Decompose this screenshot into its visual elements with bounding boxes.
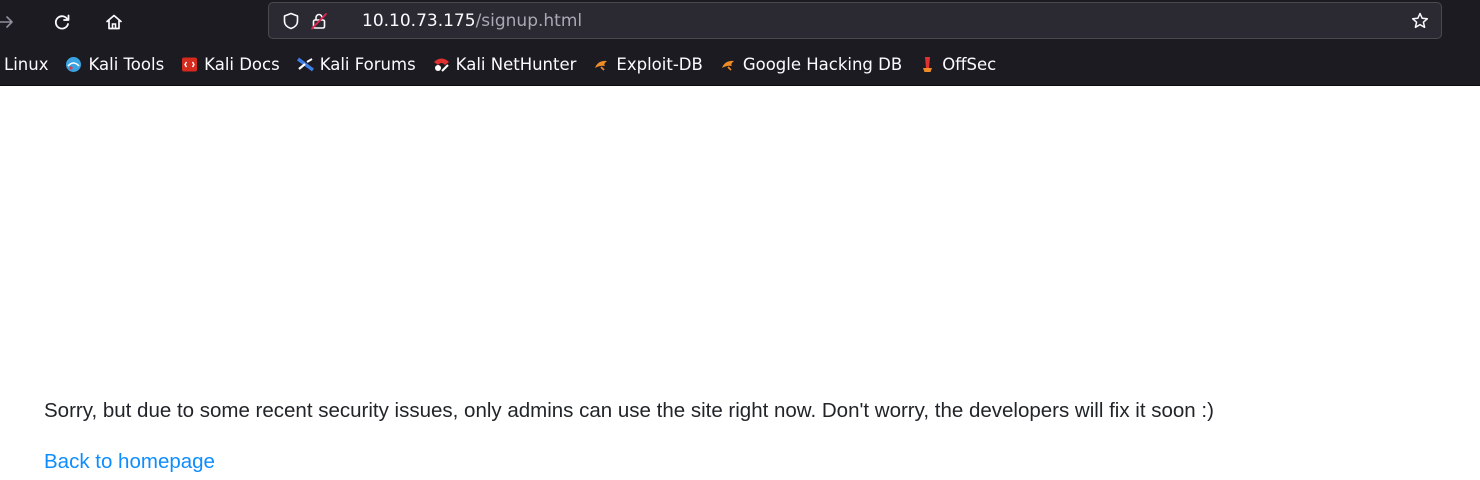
kali-tools-icon — [65, 56, 82, 73]
offsec-icon — [919, 56, 936, 73]
page-content: Sorry, but due to some recent security i… — [0, 86, 1480, 480]
bookmark-google-hacking-db[interactable]: Google Hacking DB — [720, 50, 902, 78]
bookmark-kali-forums[interactable]: Kali Forums — [296, 50, 416, 78]
bookmark-label: Kali Tools — [88, 54, 165, 74]
kali-docs-icon — [181, 56, 198, 73]
back-button[interactable] — [0, 8, 20, 36]
insecure-lock-icon[interactable] — [309, 11, 329, 31]
shield-icon[interactable] — [281, 11, 301, 31]
bookmark-exploit-db[interactable]: Exploit-DB — [593, 50, 703, 78]
bookmark-label: Kali Forums — [319, 54, 416, 74]
ghdb-icon — [720, 56, 737, 73]
bookmark-label: Linux — [4, 54, 49, 74]
bookmark-label: Kali Docs — [204, 54, 280, 74]
home-button[interactable] — [100, 8, 128, 36]
url-text[interactable]: 10.10.73.175/signup.html — [362, 11, 582, 31]
url-path: /signup.html — [475, 11, 583, 31]
back-arrow-icon — [0, 16, 13, 28]
star-icon[interactable] — [1410, 11, 1430, 31]
notice-message: Sorry, but due to some recent security i… — [44, 399, 1214, 422]
reload-button[interactable] — [48, 8, 76, 36]
exploit-db-icon — [593, 56, 610, 73]
back-to-homepage-link[interactable]: Back to homepage — [44, 450, 215, 474]
bookmark-offsec[interactable]: OffSec — [919, 50, 996, 78]
bookmark-label: OffSec — [942, 54, 997, 74]
home-icon — [106, 14, 122, 30]
browser-toolbar: 10.10.73.175/signup.html — [0, 0, 1480, 44]
bookmark-kali-tools[interactable]: Kali Tools — [65, 50, 164, 78]
bookmarks-toolbar: Linux Kali Tools Kali Docs Kali Forums K… — [0, 44, 1480, 84]
bookmark-linux[interactable]: Linux — [4, 50, 48, 78]
kali-forums-icon — [296, 56, 314, 73]
reload-icon — [54, 14, 70, 30]
bookmark-kali-nethunter[interactable]: Kali NetHunter — [433, 50, 577, 78]
url-bar[interactable]: 10.10.73.175/signup.html — [268, 2, 1442, 39]
bookmark-label: Exploit-DB — [616, 54, 703, 74]
bookmark-label: Google Hacking DB — [742, 54, 903, 74]
url-host: 10.10.73.175 — [362, 11, 476, 31]
bookmark-label: Kali NetHunter — [455, 54, 577, 74]
kali-nethunter-icon — [433, 56, 450, 73]
bookmark-kali-docs[interactable]: Kali Docs — [181, 50, 280, 78]
browser-chrome: 10.10.73.175/signup.html Linux Kali Tool… — [0, 0, 1480, 86]
